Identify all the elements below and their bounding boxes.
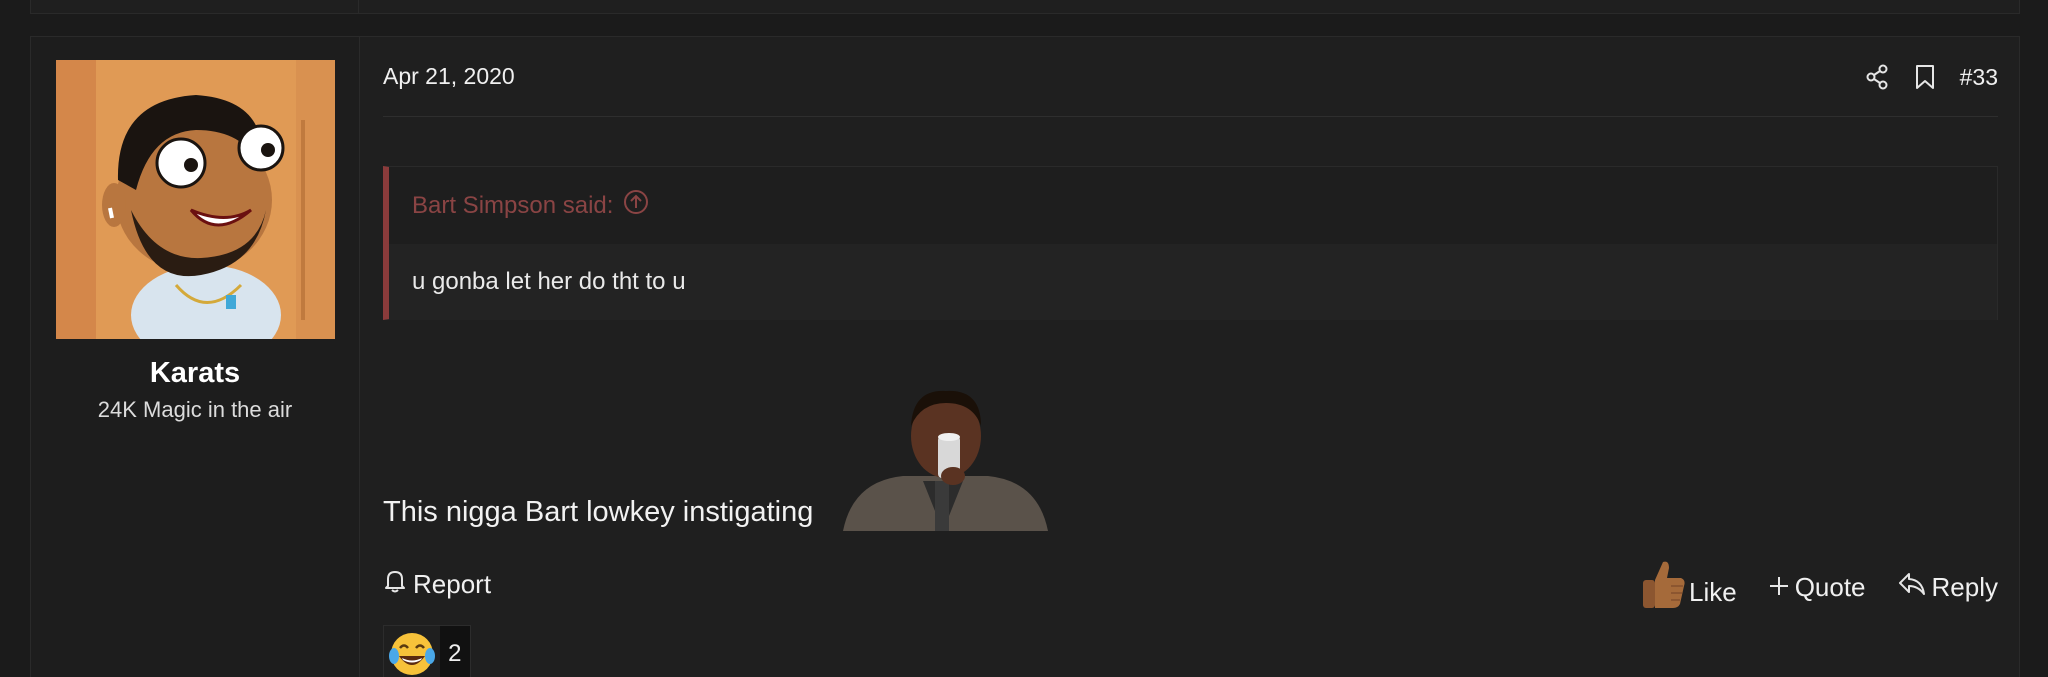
post-number-link[interactable]: #33 xyxy=(1960,64,1998,91)
post-actions-right: Like Quote Reply xyxy=(1641,558,1998,617)
laughing-tears-emoji-icon xyxy=(384,626,440,677)
reply-label: Reply xyxy=(1931,572,1998,602)
report-label: Report xyxy=(413,569,492,599)
previous-post-sidebar xyxy=(31,0,359,13)
like-label: Like xyxy=(1688,577,1737,607)
report-button[interactable]: Report xyxy=(383,568,491,601)
post-body-text: This nigga Bart lowkey instigating xyxy=(383,496,814,528)
reply-arrow-icon xyxy=(1898,571,1926,604)
previous-post-bottom xyxy=(30,0,2020,14)
header-divider xyxy=(383,116,1998,117)
post-content: Apr 21, 2020 #33 Bart Simpson said: u go… xyxy=(30,36,2020,677)
bell-icon xyxy=(383,568,407,601)
quote-attribution[interactable]: Bart Simpson said: xyxy=(389,167,1997,244)
quote-button[interactable]: Quote xyxy=(1769,572,1866,603)
quote-attribution-text: Bart Simpson said: xyxy=(412,191,614,219)
reply-button[interactable]: Reply xyxy=(1898,571,1998,604)
post-date[interactable]: Apr 21, 2020 xyxy=(383,63,515,90)
like-button[interactable]: Like xyxy=(1641,558,1737,617)
plus-icon xyxy=(1769,572,1789,603)
arrow-up-circle-icon[interactable] xyxy=(623,189,649,222)
post-actions-left: Report xyxy=(383,568,491,601)
reaction-gif-image xyxy=(843,381,1048,531)
quote-text: u gonba let her do tht to u xyxy=(389,244,1997,320)
quote-label: Quote xyxy=(1794,572,1866,602)
post-header-tools: #33 xyxy=(1864,63,1998,91)
quote-block: Bart Simpson said: u gonba let her do th… xyxy=(383,166,1998,320)
share-icon[interactable] xyxy=(1864,63,1890,91)
reaction-count: 2 xyxy=(439,626,470,677)
bookmark-icon[interactable] xyxy=(1912,63,1938,91)
thumbs-up-icon xyxy=(1641,558,1687,617)
reactions-summary[interactable]: 2 xyxy=(383,625,471,677)
